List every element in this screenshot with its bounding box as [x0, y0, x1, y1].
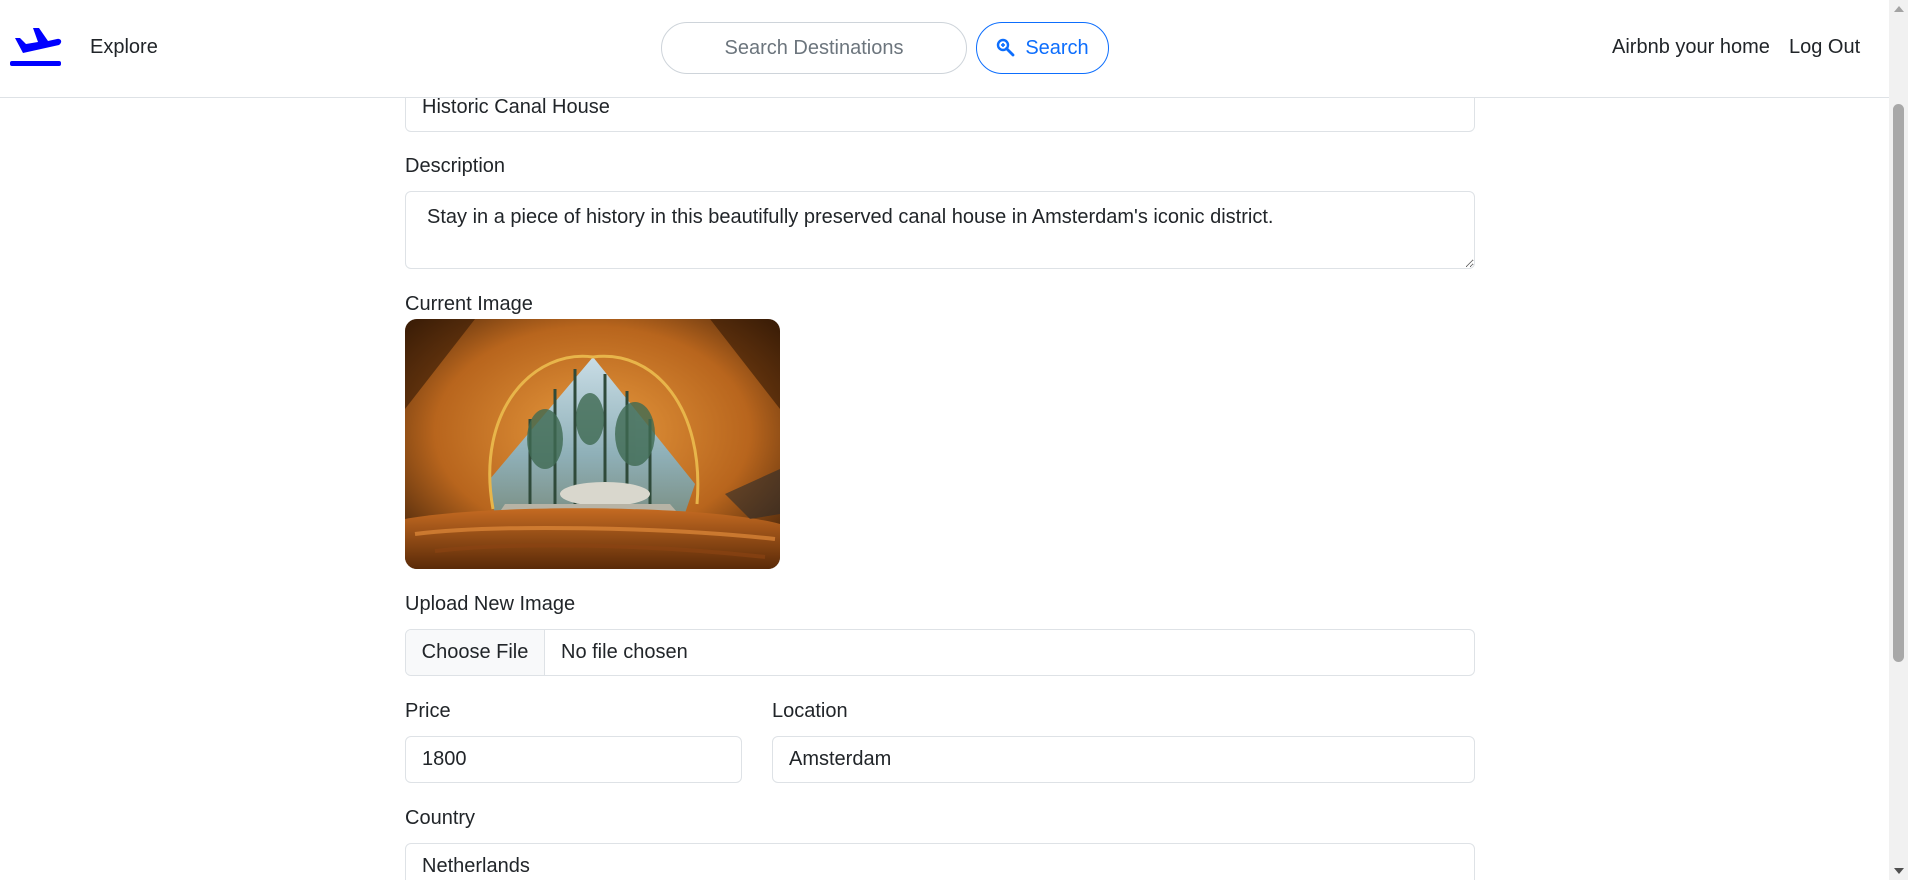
location-label: Location — [772, 700, 848, 722]
country-field[interactable] — [405, 843, 1475, 880]
search-button-label: Search — [1025, 36, 1089, 59]
nav-host-link[interactable]: Airbnb your home — [1612, 36, 1770, 59]
search-input[interactable] — [661, 22, 967, 74]
airplane-departure-icon[interactable] — [9, 24, 62, 68]
scroll-down-arrow-icon[interactable] — [1894, 868, 1904, 874]
current-image — [405, 319, 780, 569]
price-label: Price — [405, 700, 451, 722]
description-field[interactable]: Stay in a piece of history in this beaut… — [405, 191, 1475, 269]
scroll-up-arrow-icon[interactable] — [1894, 6, 1904, 12]
nav-logout-link[interactable]: Log Out — [1789, 36, 1860, 59]
location-field[interactable] — [772, 736, 1475, 783]
page: Explore Search Airbnb your home Log Out … — [0, 0, 1908, 880]
search-button[interactable]: Search — [976, 22, 1109, 74]
nav-explore-link[interactable]: Explore — [90, 36, 158, 59]
country-label: Country — [405, 807, 476, 829]
tent-forest-photo — [405, 319, 780, 569]
vertical-scrollbar[interactable] — [1889, 0, 1908, 880]
image-file-input[interactable]: Choose File No file chosen — [405, 629, 1475, 676]
price-field[interactable] — [405, 736, 742, 783]
current-image-label: Current Image — [405, 293, 533, 315]
file-status-text: No file chosen — [561, 641, 688, 663]
upload-image-label: Upload New Image — [405, 593, 576, 615]
choose-file-button[interactable]: Choose File — [406, 630, 545, 675]
description-label: Description — [405, 155, 506, 177]
magnifier-icon — [997, 38, 1015, 57]
scrollbar-thumb[interactable] — [1893, 104, 1904, 662]
top-navbar: Explore Search Airbnb your home Log Out — [0, 0, 1889, 98]
